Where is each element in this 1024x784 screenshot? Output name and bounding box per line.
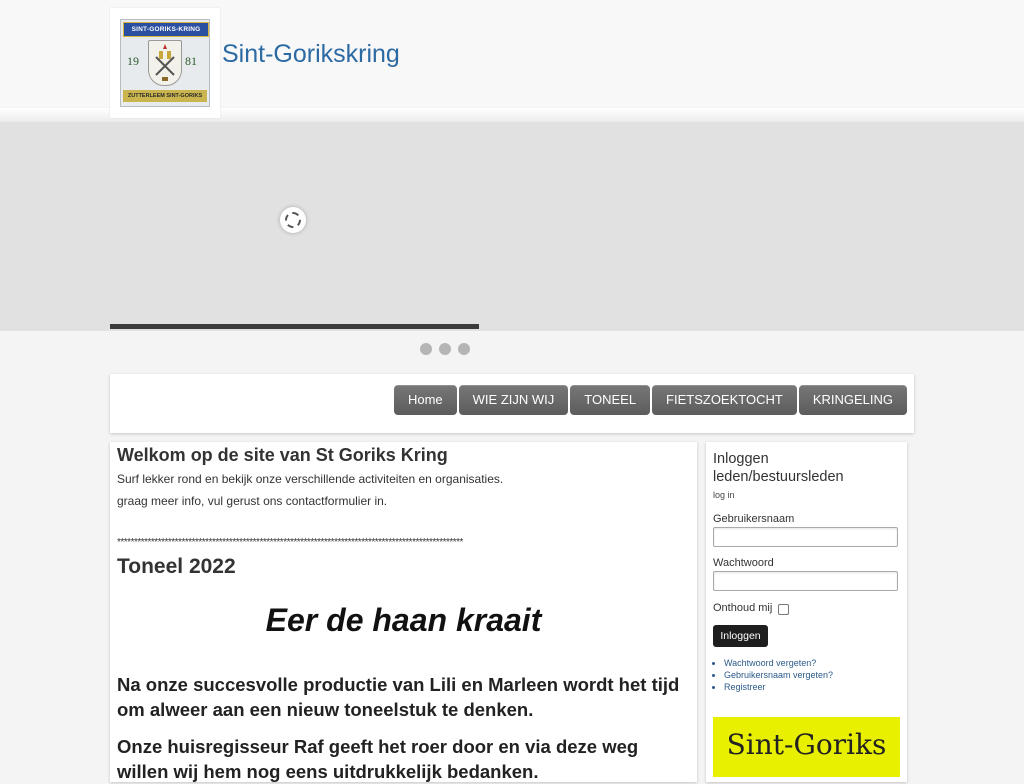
logo-top-text: SINT-GORIKS-KRING: [123, 22, 209, 37]
nav-item-home[interactable]: Home: [393, 385, 457, 415]
remember-me-checkbox[interactable]: [778, 604, 789, 615]
remember-me-label: Onthoud mij: [713, 602, 773, 614]
register-link[interactable]: Registreer: [724, 681, 833, 693]
login-button[interactable]: Inloggen: [713, 625, 768, 647]
username-input[interactable]: [713, 527, 898, 547]
intro-text-1: Surf lekker rond en bekijk onze verschil…: [117, 472, 504, 486]
section-title: Toneel 2022: [117, 555, 236, 578]
image-slideshow[interactable]: [0, 122, 1024, 331]
login-sidebar: Inloggen leden/bestuursleden log in Gebr…: [706, 442, 907, 782]
login-help-links: Wachtwoord vergeten? Gebruikersnaam verg…: [713, 657, 833, 693]
logo-year-left: 19: [127, 54, 139, 68]
password-label: Wachtwoord: [713, 557, 774, 569]
play-title: Eer de haan kraait: [265, 602, 542, 638]
nav-item-kringeling[interactable]: KRINGELING: [798, 385, 907, 415]
forgot-username-link[interactable]: Gebruikersnaam vergeten?: [724, 669, 833, 681]
password-input[interactable]: [713, 571, 898, 591]
login-title: Inloggen leden/bestuursleden: [713, 451, 844, 485]
slide-dot-2[interactable]: [439, 343, 451, 355]
site-title[interactable]: Sint-Gorikskring: [222, 40, 400, 69]
main-navigation: Home WIE ZIJN WIJ TONEEL FIETSZOEKTOCHT …: [110, 374, 914, 433]
nav-item-fietszoektocht[interactable]: FIETSZOEKTOCHT: [652, 385, 797, 415]
slide-dot-1[interactable]: [420, 343, 432, 355]
logo-year-right: 81: [185, 54, 197, 68]
intro-text-2: graag meer info, vul gerust ons contactf…: [117, 494, 388, 508]
login-subtitle: log in: [713, 490, 735, 500]
site-logo[interactable]: SINT-GORIKS-KRING 19 81 ZUTTERLEEM SINT-…: [110, 8, 220, 118]
username-label: Gebruikersnaam: [713, 513, 795, 525]
separator-line: ****************************************…: [117, 537, 463, 548]
slideshow-pagination: [420, 343, 470, 355]
logo-shield-icon: [148, 40, 182, 86]
loading-spinner-icon: [280, 207, 306, 233]
forgot-password-link[interactable]: Wachtwoord vergeten?: [724, 657, 833, 669]
main-content: Welkom op de site van St Goriks Kring Su…: [110, 442, 697, 782]
nav-item-wie-zijn-wij[interactable]: WIE ZIJN WIJ: [458, 385, 569, 415]
nav-menu: Home WIE ZIJN WIJ TONEEL FIETSZOEKTOCHT …: [393, 385, 907, 415]
logo-emblem: SINT-GORIKS-KRING 19 81 ZUTTERLEEM SINT-…: [120, 19, 210, 107]
nav-item-toneel[interactable]: TONEEL: [570, 385, 651, 415]
slide-dot-3[interactable]: [458, 343, 470, 355]
sint-goriks-banner[interactable]: Sint-Goriks: [713, 717, 900, 777]
article-paragraph-2: Onze huisregisseur Raf geeft het roer do…: [117, 736, 639, 782]
slideshow-progress-bar: [110, 324, 479, 329]
article-paragraph-1: Na onze succesvolle productie van Lili e…: [117, 674, 680, 720]
logo-bottom-text: ZUTTERLEEM SINT-GORIKS: [123, 90, 207, 102]
page-title: Welkom op de site van St Goriks Kring: [117, 445, 448, 465]
